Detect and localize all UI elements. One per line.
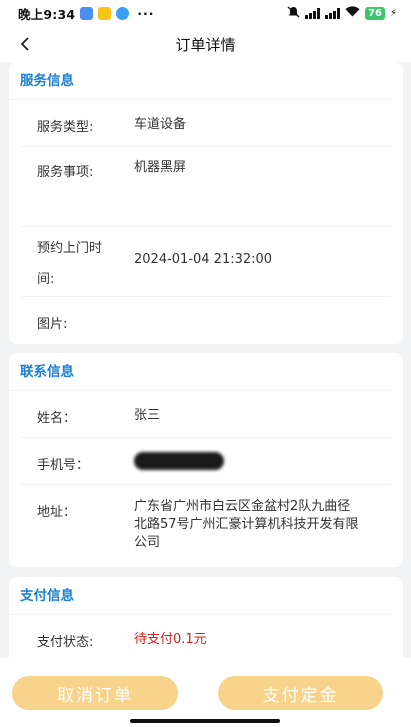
contact-info-card: 联系信息 姓名： 张三 手机号： 地址： 广东省广州市白云区金盆村2队九曲径 北… (9, 353, 403, 567)
chevron-left-icon (20, 37, 29, 51)
home-indicator[interactable] (130, 719, 280, 723)
wifi-icon (345, 6, 360, 20)
service-info-title: 服务信息 (9, 62, 391, 100)
payment-status-label: 支付状态: (37, 635, 94, 650)
payment-status-value: 待支付0.1元 (134, 632, 207, 647)
address-line-2: 北路57号广州汇豪计算机科技开发有限 (134, 517, 359, 532)
phone-row: 手机号： (21, 438, 391, 485)
visit-time-value: 2024-01-04 21:32:00 (134, 252, 273, 267)
cancel-order-button[interactable]: 取消订单 (12, 676, 178, 710)
payment-status-row: 支付状态: 待支付0.1元 (21, 615, 391, 658)
order-detail-content[interactable]: 服务信息 服务类型: 车道设备 服务事项: 机器黑屏 预约上门时 间: 2024… (0, 62, 411, 658)
battery-icon: 76 (365, 6, 385, 20)
service-item-label: 服务事项: (37, 165, 94, 180)
payment-info-title: 支付信息 (9, 577, 391, 615)
signal-icon (325, 7, 341, 19)
bottom-action-bar: 取消订单 支付定金 (0, 658, 411, 727)
name-value: 张三 (134, 408, 161, 423)
visit-time-label-line2: 间: (37, 272, 55, 287)
mute-icon (287, 5, 300, 21)
service-type-label: 服务类型: (37, 120, 94, 135)
contact-info-title: 联系信息 (9, 353, 391, 391)
service-item-row: 服务事项: 机器黑屏 (21, 147, 391, 227)
address-label: 地址： (37, 505, 77, 520)
more-notifications-icon: ··· (137, 5, 155, 21)
app-notification-icon (116, 6, 130, 20)
nav-bar: 订单详情 (0, 26, 411, 62)
status-bar: 晚上9:34 ··· 76 ⚡ (0, 0, 411, 26)
service-item-value: 机器黑屏 (134, 160, 187, 175)
image-label: 图片: (37, 317, 68, 332)
app-notification-icon (80, 6, 94, 20)
charging-icon: ⚡ (389, 7, 397, 19)
app-notification-icon (98, 6, 112, 20)
address-row: 地址： 广东省广州市白云区金盆村2队九曲径 北路57号广州汇豪计算机科技开发有限… (21, 485, 391, 565)
image-row: 图片: (21, 297, 391, 343)
page-title: 订单详情 (175, 35, 236, 54)
phone-label: 手机号： (37, 458, 90, 473)
service-type-value: 车道设备 (134, 117, 187, 132)
visit-time-row: 预约上门时 间: 2024-01-04 21:32:00 (21, 227, 391, 297)
visit-time-label-line1: 预约上门时 (37, 241, 103, 256)
signal-icon (305, 7, 321, 19)
address-line-1: 广东省广州市白云区金盆村2队九曲径 (134, 499, 351, 514)
redacted-phone-number (134, 452, 224, 470)
status-icons: 76 ⚡ (287, 5, 397, 21)
name-label: 姓名： (37, 411, 77, 426)
service-info-card: 服务信息 服务类型: 车道设备 服务事项: 机器黑屏 预约上门时 间: 2024… (9, 62, 403, 344)
service-type-row: 服务类型: 车道设备 (21, 100, 391, 147)
address-line-3: 公司 (134, 535, 161, 550)
payment-info-card: 支付信息 支付状态: 待支付0.1元 (9, 577, 403, 658)
back-button[interactable] (14, 33, 36, 55)
status-time: 晚上9:34 (18, 6, 76, 22)
name-row: 姓名： 张三 (21, 391, 391, 438)
pay-deposit-button[interactable]: 支付定金 (218, 676, 383, 710)
